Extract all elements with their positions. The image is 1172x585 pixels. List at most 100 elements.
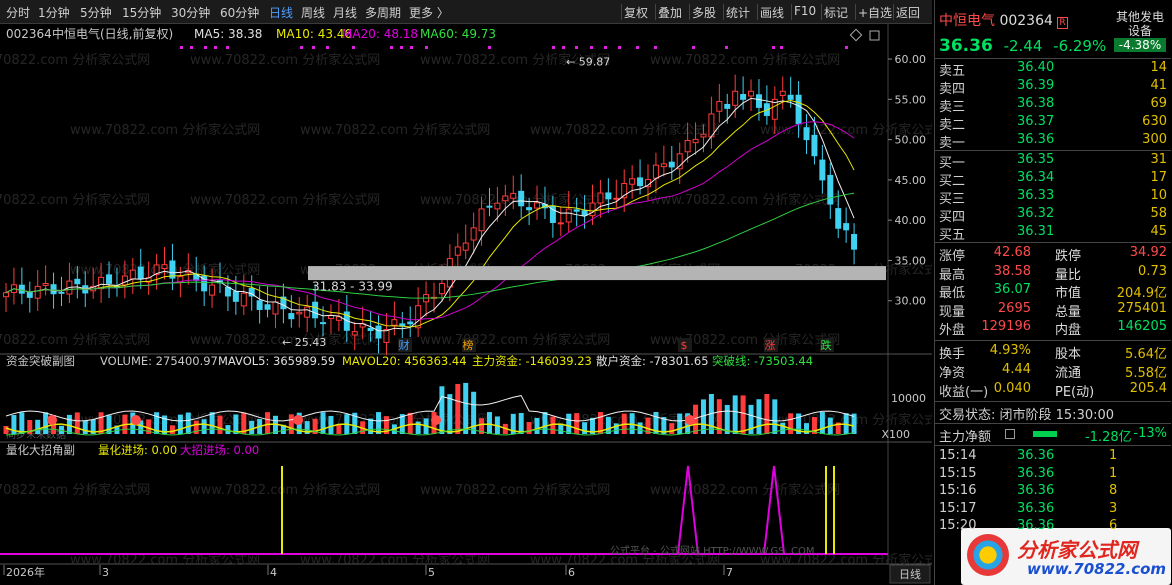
tick-price: 36.36 bbox=[1017, 465, 1055, 481]
last-price: 36.36 bbox=[939, 36, 993, 56]
volume-bar bbox=[463, 382, 469, 434]
volume-bar bbox=[732, 395, 738, 434]
toolbar-tab-7[interactable]: 周线 bbox=[301, 4, 325, 21]
toolbar-tab-10[interactable]: 更多 〉 bbox=[409, 4, 449, 21]
candle bbox=[486, 205, 493, 208]
stat-value: 2695 bbox=[997, 300, 1031, 316]
stat-value: 5.64亿 bbox=[1125, 347, 1167, 362]
candle bbox=[407, 321, 414, 325]
toolbar-button-2[interactable]: 多股 bbox=[692, 4, 716, 21]
tick-vol: 8 bbox=[1109, 483, 1118, 498]
signal-marker bbox=[47, 415, 57, 425]
volume-bar bbox=[320, 412, 326, 434]
toolbar-tab-2[interactable]: 5分钟 bbox=[80, 4, 112, 21]
candle bbox=[121, 275, 128, 286]
tick-row: 15:14 36.36 1 bbox=[935, 448, 1171, 466]
candle bbox=[415, 305, 422, 329]
ask-price: 36.39 bbox=[1017, 78, 1055, 93]
signal-dot bbox=[692, 46, 695, 49]
toolbar-tab-9[interactable]: 多周期 bbox=[365, 4, 401, 21]
toolbar-tab-8[interactable]: 月线 bbox=[333, 4, 357, 21]
candle bbox=[438, 282, 445, 295]
volume-bar bbox=[526, 421, 532, 434]
volume-bar bbox=[407, 412, 413, 434]
watermark-text: www.70822.com 分析家公式网 bbox=[420, 482, 610, 498]
kline-chart[interactable]: www.70822.com 分析家公式网 www.70822.com 分析家公式网… bbox=[0, 24, 932, 585]
volume-bar bbox=[106, 415, 112, 434]
flow-icon bbox=[1005, 429, 1015, 439]
volume-bar bbox=[265, 412, 271, 434]
bid-vol: 10 bbox=[1150, 188, 1167, 203]
signal-dot bbox=[410, 46, 413, 49]
watermark-text: www.70822.com 分析家公式网 bbox=[190, 482, 380, 498]
candle bbox=[224, 286, 231, 297]
stat-row: 外盘 129196 内盘 146205 bbox=[935, 319, 1171, 338]
candle bbox=[367, 327, 374, 332]
ask-price: 36.36 bbox=[1017, 132, 1055, 147]
toolbar-tab-6[interactable]: 日线 bbox=[269, 4, 293, 21]
stat-row: 涨停 42.68 跌停 34.92 bbox=[935, 245, 1171, 264]
signal-dot bbox=[352, 46, 355, 49]
volume-bar bbox=[19, 412, 25, 434]
toolbar-button-0[interactable]: 复权 bbox=[624, 4, 648, 21]
toolbar-tab-5[interactable]: 60分钟 bbox=[220, 4, 259, 21]
signal-dot bbox=[226, 46, 229, 49]
tick-vol: 3 bbox=[1109, 500, 1118, 516]
ask-vol: 630 bbox=[1142, 114, 1167, 129]
volume-bar bbox=[328, 415, 334, 434]
candle bbox=[605, 192, 612, 200]
main-flow-row[interactable]: 主力净额 -1.28亿 -13% bbox=[935, 426, 1171, 445]
main-flow-value: -1.28亿 bbox=[1085, 430, 1132, 445]
xaxis-label: 7 bbox=[726, 566, 733, 579]
candle bbox=[391, 319, 398, 326]
watermark-text: www.70822.com 分析家公式网 bbox=[70, 122, 260, 138]
volume-bar bbox=[637, 422, 643, 434]
candle bbox=[510, 192, 517, 199]
signal-dot bbox=[300, 46, 303, 49]
candle bbox=[700, 133, 707, 138]
toolbar-button-7[interactable]: +自选 bbox=[858, 4, 892, 21]
tick-price: 36.36 bbox=[1017, 448, 1055, 463]
main-header-text: MA10: 43.46 bbox=[276, 27, 352, 41]
toolbar-tab-4[interactable]: 30分钟 bbox=[171, 4, 210, 21]
tick-vol: 1 bbox=[1109, 448, 1118, 463]
candle bbox=[795, 94, 802, 125]
candle bbox=[42, 283, 49, 286]
toolbar-button-4[interactable]: 画线 bbox=[760, 4, 784, 21]
signal-marker bbox=[293, 415, 303, 425]
trade-state: 交易状态: 闭市阶段 15:30:00 bbox=[939, 408, 1115, 423]
watermark-text: www.70822.com 分析家公式网 bbox=[420, 332, 610, 348]
volume-bar bbox=[455, 383, 461, 434]
toolbar-tab-1[interactable]: 1分钟 bbox=[38, 4, 70, 21]
candle bbox=[740, 93, 747, 100]
volume-bar bbox=[336, 424, 342, 434]
toolbar-button-5[interactable]: F10 bbox=[794, 4, 816, 18]
candle bbox=[843, 223, 850, 231]
sector-label[interactable]: 其他发电 bbox=[1114, 10, 1166, 24]
indicator-footer: 公式平台 - 公式网站 HTTP://WWW.GS..COM bbox=[610, 544, 814, 557]
bid-vol: 31 bbox=[1150, 152, 1167, 167]
candle bbox=[320, 322, 327, 325]
toolbar-tab-3[interactable]: 15分钟 bbox=[122, 4, 161, 21]
toolbar-button-1[interactable]: 叠加 bbox=[658, 4, 682, 21]
candle bbox=[264, 304, 271, 310]
stat-row: 现量 2695 总量 275401 bbox=[935, 300, 1171, 320]
tick-time: 15:14 bbox=[939, 448, 977, 463]
toolbar-button-6[interactable]: 标记 bbox=[824, 4, 848, 21]
tick-price: 36.36 bbox=[1017, 500, 1055, 516]
price-tick-label: 35.00 bbox=[895, 254, 927, 267]
signal-marker bbox=[131, 415, 141, 425]
toolbar-button-8[interactable]: 返回 bbox=[896, 4, 920, 21]
candle bbox=[26, 292, 33, 298]
indicator-header-text: 大招进场: 0.00 bbox=[180, 443, 259, 457]
stat-row: 最低 36.07 市值 204.9亿 bbox=[935, 282, 1171, 301]
bid-label: 买五 bbox=[939, 228, 966, 243]
candle bbox=[637, 177, 644, 187]
candle bbox=[597, 192, 604, 204]
volume-bar bbox=[43, 412, 49, 434]
toolbar-button-3[interactable]: 统计 bbox=[726, 4, 750, 21]
watermark-text: www.70822.com 分析家公式网 bbox=[650, 52, 840, 68]
stat-label: PE(动) bbox=[1055, 385, 1095, 400]
toolbar-tab-0[interactable]: 分时 bbox=[6, 4, 30, 21]
candle bbox=[58, 291, 65, 294]
